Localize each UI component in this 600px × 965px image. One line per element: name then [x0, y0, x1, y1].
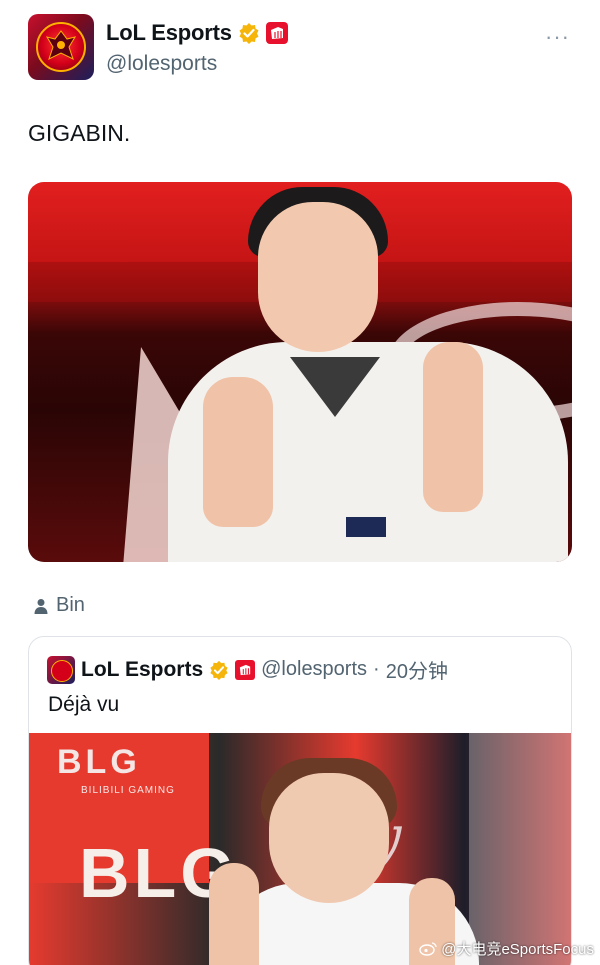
player-hand-left	[203, 377, 273, 527]
quoted-timestamp[interactable]: 20分钟	[386, 655, 448, 684]
riot-affiliate-icon[interactable]	[265, 22, 288, 44]
weibo-watermark: @大电竞eSportsFocus	[419, 938, 594, 959]
banner-subtext: BILIBILI GAMING	[81, 785, 175, 796]
quoted-avatar	[47, 655, 75, 684]
author-handle[interactable]: @lolesports	[106, 52, 217, 76]
player-hand-left	[209, 863, 259, 965]
weibo-icon	[419, 942, 437, 956]
avatar[interactable]	[28, 14, 94, 80]
author-name-row: LoL Esports	[106, 20, 288, 46]
quoted-tweet-text: Déjà vu	[48, 693, 120, 716]
background-wall	[469, 733, 571, 965]
more-options-icon[interactable]: ···	[545, 24, 570, 50]
watermark-text: @大电竞eSportsFocus	[441, 941, 594, 958]
person-icon	[34, 598, 48, 614]
banner-text: BLG	[57, 743, 141, 781]
time-separator: ·	[373, 658, 380, 680]
tweet-photo[interactable]	[28, 182, 572, 562]
quoted-handle: @lolesports	[261, 658, 368, 680]
player-hand-right	[423, 342, 483, 512]
display-name[interactable]: LoL Esports	[106, 20, 232, 46]
quoted-tweet-photo[interactable]: BLG BILIBILI GAMING BLG ꝭy	[29, 733, 571, 965]
quoted-display-name: LoL Esports	[81, 657, 204, 681]
quoted-tweet-header: LoL Esports @lolesports · 20分钟	[47, 655, 448, 684]
verified-badge-icon	[239, 23, 259, 44]
player-face	[258, 202, 378, 352]
shirt-logo	[346, 517, 386, 537]
tagged-user[interactable]: Bin	[32, 594, 85, 617]
lol-esports-logo-icon	[45, 30, 77, 60]
tweet-text: GIGABIN.	[28, 120, 131, 146]
tweet-header: LoL Esports @lolesports ···	[28, 14, 572, 84]
player-face	[269, 773, 389, 903]
quoted-tweet[interactable]: LoL Esports @lolesports · 20分钟 Déjà vu B…	[28, 636, 572, 965]
tagged-user-name[interactable]: Bin	[56, 594, 85, 617]
riot-affiliate-icon	[235, 659, 256, 680]
verified-badge-icon	[210, 660, 228, 680]
